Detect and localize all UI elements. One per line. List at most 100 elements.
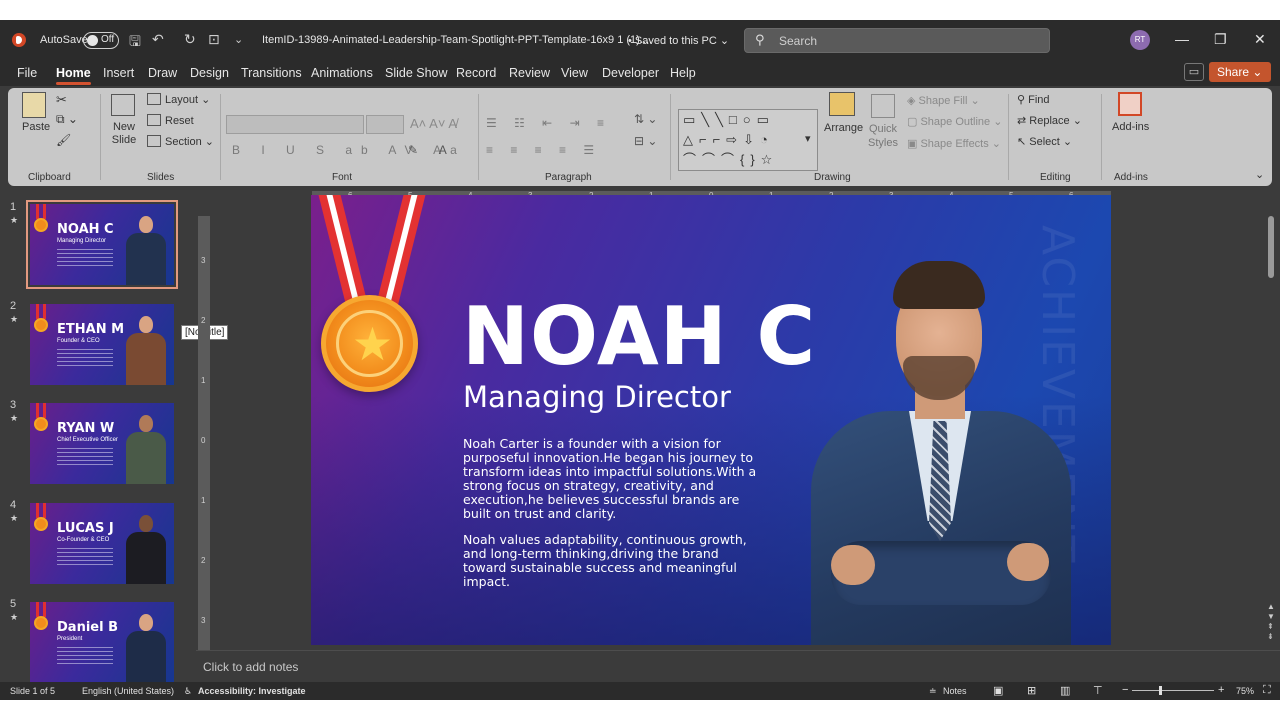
- vertical-scrollbar[interactable]: [1268, 216, 1274, 278]
- slide-canvas[interactable]: ACHIEVEMENT ★ NOAH C Managing Director N…: [311, 195, 1111, 645]
- autosave-toggle[interactable]: Off: [83, 32, 119, 49]
- paste-icon[interactable]: [22, 92, 46, 118]
- medal-ribbon-left[interactable]: [316, 195, 368, 305]
- format-painter-icon[interactable]: 🖌: [56, 133, 71, 147]
- font-grow-icon[interactable]: A˄ A˅ A̸: [410, 116, 457, 131]
- zoom-out-icon[interactable]: −: [1122, 684, 1128, 696]
- slide-thumbnail-4[interactable]: LUCAS J Co-Founder & CEO: [30, 503, 174, 584]
- portrait-photo[interactable]: [811, 261, 1071, 645]
- thumb-name: Daniel B: [57, 620, 118, 635]
- thumb-text-lines: [57, 448, 113, 468]
- tab-insert[interactable]: Insert: [103, 66, 134, 80]
- save-icon[interactable]: 🖫: [129, 31, 141, 55]
- font-color-icons[interactable]: ✎ A: [408, 143, 456, 157]
- slide-sorter-icon[interactable]: ⊞: [1027, 684, 1036, 697]
- tab-animations[interactable]: Animations: [311, 66, 373, 80]
- tab-draw[interactable]: Draw: [148, 66, 177, 80]
- tab-record[interactable]: Record: [456, 66, 496, 80]
- section-button[interactable]: Section ⌄: [147, 135, 214, 148]
- shapes-gallery[interactable]: ▭╲╲□○▭ △⌐⌐⇨⇩◔ ⌒⌒⌒{}☆: [678, 109, 818, 171]
- redo-icon[interactable]: ↻: [184, 31, 196, 48]
- tab-view[interactable]: View: [561, 66, 588, 80]
- share-button[interactable]: Share ⌄: [1209, 62, 1271, 82]
- tab-transitions[interactable]: Transitions: [241, 66, 302, 80]
- thumb-role: Co-Founder & CEO: [57, 537, 110, 543]
- slide-paragraph-2[interactable]: Noah values adaptability, continuous gro…: [463, 533, 763, 589]
- language[interactable]: English (United States): [82, 686, 174, 696]
- addins-icon[interactable]: [1118, 92, 1142, 116]
- zoom-slider[interactable]: [1132, 690, 1214, 691]
- reading-view-icon[interactable]: ▥: [1060, 684, 1070, 697]
- replace-button[interactable]: ⇄ Replace ⌄: [1017, 114, 1082, 127]
- slide-paragraph-1[interactable]: Noah Carter is a founder with a vision f…: [463, 437, 763, 521]
- align-text-icon[interactable]: ⊟ ⌄: [634, 134, 657, 148]
- new-slide-label[interactable]: New Slide: [108, 121, 140, 147]
- align-icons[interactable]: ≡ ≡ ≡ ≡ ☰: [486, 143, 601, 157]
- font-name-dropdown[interactable]: [226, 115, 364, 134]
- find-button[interactable]: ⚲ Find: [1017, 93, 1050, 106]
- fit-to-window-icon[interactable]: ⛶: [1263, 684, 1271, 697]
- slide-thumbnail-2[interactable]: ETHAN M Founder & CEO: [30, 304, 174, 385]
- tab-review[interactable]: Review: [509, 66, 550, 80]
- close-icon[interactable]: ✕: [1254, 31, 1266, 48]
- font-size-dropdown[interactable]: [366, 115, 404, 134]
- ruler-tick: 0: [201, 436, 206, 445]
- section-icon: [147, 135, 161, 147]
- layout-button[interactable]: Layout ⌄: [147, 93, 210, 106]
- minimize-icon[interactable]: —: [1175, 31, 1189, 47]
- undo-icon[interactable]: ↶: [152, 31, 164, 48]
- notes-toggle[interactable]: Notes: [943, 686, 967, 696]
- tab-design[interactable]: Design: [190, 66, 229, 80]
- saved-status[interactable]: • Saved to this PC ⌄: [628, 34, 729, 47]
- collapse-ribbon-icon[interactable]: ⌄: [1255, 168, 1264, 181]
- shape-outline-button[interactable]: ▢ Shape Outline ⌄: [907, 115, 1002, 128]
- list-icons[interactable]: ☰ ☷ ⇤ ⇥ ≡: [486, 116, 611, 130]
- portrait-hand: [831, 545, 875, 585]
- medal-icon[interactable]: ★: [321, 295, 418, 392]
- notes-icon[interactable]: ≐: [929, 686, 937, 697]
- slides-group-label: Slides: [147, 172, 175, 183]
- tab-file[interactable]: File: [17, 66, 37, 80]
- cut-icon[interactable]: ✂: [56, 92, 67, 108]
- addins-label[interactable]: Add-ins: [1112, 121, 1149, 133]
- restore-icon[interactable]: ❐: [1214, 31, 1227, 48]
- quick-styles-label[interactable]: Quick Styles: [864, 122, 902, 150]
- tab-slide-show[interactable]: Slide Show: [385, 66, 448, 80]
- slide-thumbnail-3[interactable]: RYAN W Chief Executive Officer: [30, 403, 174, 484]
- comments-icon[interactable]: ▭: [1184, 63, 1204, 81]
- thumb-role: Founder & CEO: [57, 338, 100, 344]
- tab-home[interactable]: Home: [56, 66, 91, 85]
- customize-toolbar-icon[interactable]: ⌄: [234, 33, 243, 46]
- zoom-slider-thumb[interactable]: [1159, 686, 1162, 695]
- slide-title[interactable]: NOAH C: [462, 290, 816, 383]
- slide-thumbnail-5[interactable]: Daniel B President: [30, 602, 174, 683]
- gallery-more-icon[interactable]: ▾: [805, 132, 811, 145]
- tab-developer[interactable]: Developer: [602, 66, 659, 80]
- avatar[interactable]: RT: [1130, 30, 1150, 50]
- vertical-ruler[interactable]: 3 2 1 0 1 2 3: [198, 216, 210, 666]
- slideshow-icon[interactable]: ⊤: [1093, 684, 1103, 697]
- shape-fill-button[interactable]: ◈ Shape Fill ⌄: [907, 94, 980, 107]
- zoom-level[interactable]: 75%: [1236, 686, 1254, 696]
- text-direction-icon[interactable]: ⇅ ⌄: [634, 112, 657, 126]
- slide-thumbnail-1[interactable]: NOAH C Managing Director: [26, 200, 178, 289]
- reset-button[interactable]: Reset: [147, 114, 194, 127]
- notes-pane[interactable]: Click to add notes: [196, 650, 1280, 682]
- present-icon[interactable]: ⊡: [208, 31, 220, 48]
- tab-help[interactable]: Help: [670, 66, 696, 80]
- paste-label[interactable]: Paste: [22, 121, 50, 133]
- search-box[interactable]: ⚲ Search: [744, 28, 1050, 53]
- new-slide-icon[interactable]: [111, 94, 135, 116]
- select-button[interactable]: ↖ Select ⌄: [1017, 135, 1072, 148]
- arrange-icon[interactable]: [829, 92, 855, 116]
- shape-effects-button[interactable]: ▣ Shape Effects ⌄: [907, 137, 1001, 150]
- arrange-label[interactable]: Arrange: [824, 122, 863, 134]
- scroll-arrows-icon[interactable]: ▲ ▼ ⇞ ⇟: [1267, 602, 1275, 642]
- normal-view-icon[interactable]: ▣: [993, 684, 1003, 697]
- slide-subtitle[interactable]: Managing Director: [463, 380, 731, 414]
- copy-icon[interactable]: ⧉ ⌄: [56, 112, 78, 127]
- zoom-in-icon[interactable]: +: [1218, 684, 1224, 696]
- quick-styles-icon[interactable]: [871, 94, 895, 118]
- accessibility-status[interactable]: Accessibility: Investigate: [198, 686, 306, 696]
- medal-ribbon-right[interactable]: [376, 195, 428, 305]
